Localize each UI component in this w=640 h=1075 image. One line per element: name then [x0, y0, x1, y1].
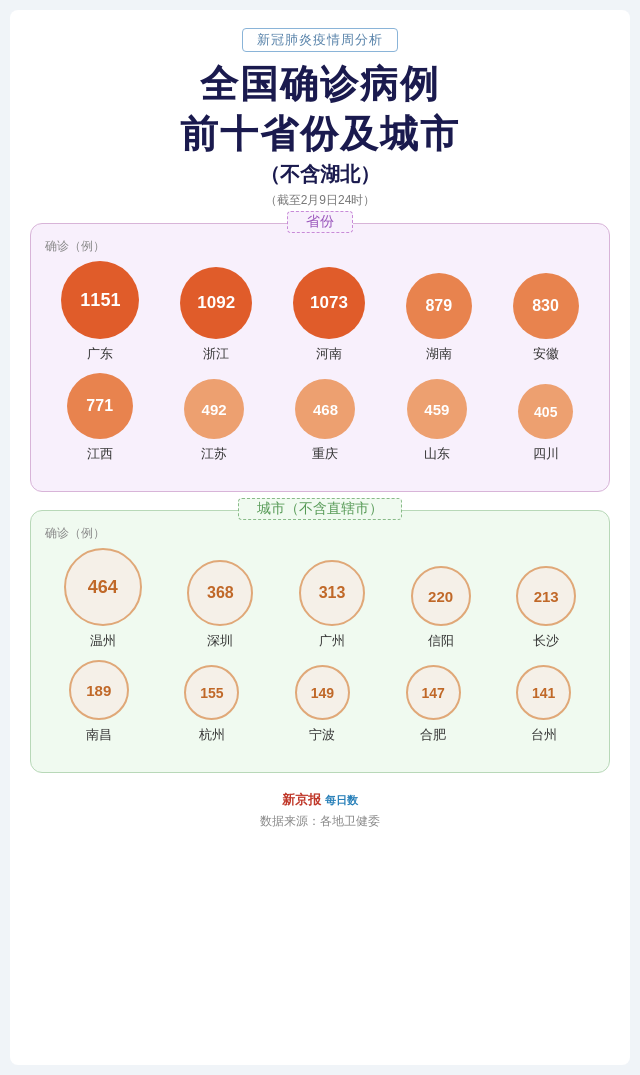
bubble-hangzhou: 155	[184, 665, 239, 720]
city-name-ningbo: 宁波	[309, 726, 335, 744]
list-item: 213 长沙	[516, 566, 576, 650]
city-name-hangzhou: 杭州	[199, 726, 225, 744]
list-item: 492 江苏	[184, 379, 244, 463]
list-item: 220 信阳	[411, 566, 471, 650]
province-name-zhejiang: 浙江	[203, 345, 229, 363]
page-container: 新冠肺炎疫情周分析 全国确诊病例 前十省份及城市 （不含湖北） （截至2月9日2…	[10, 10, 630, 1065]
bubble-guangdong: 1151	[61, 261, 139, 339]
bubble-jiangxi: 771	[67, 373, 133, 439]
city-label: 城市（不含直辖市）	[238, 498, 402, 520]
list-item: 1151 广东	[61, 261, 139, 363]
province-row-2: 771 江西 492 江苏 468 重庆 459 山东 405 四川	[41, 373, 599, 463]
bubble-sichuan: 405	[518, 384, 573, 439]
main-title-line2: 前十省份及城市	[30, 112, 610, 158]
list-item: 189 南昌	[69, 660, 129, 744]
province-name-guangdong: 广东	[87, 345, 113, 363]
brand-red: 新京报	[282, 792, 321, 807]
province-name-anhui: 安徽	[533, 345, 559, 363]
province-row-1: 1151 广东 1092 浙江 1073 河南 879 湖南 830 安徽	[41, 261, 599, 363]
footer-brand: 新京报 每日数	[30, 791, 610, 809]
list-item: 771 江西	[67, 373, 133, 463]
province-label: 省份	[287, 211, 353, 233]
header-tag: 新冠肺炎疫情周分析	[242, 28, 398, 52]
city-section: 城市（不含直辖市） 确诊（例） 464 温州 368 深圳 313 广州 220…	[30, 510, 610, 773]
bubble-chongqing: 468	[295, 379, 355, 439]
city-name-guangzhou: 广州	[319, 632, 345, 650]
footer-source: 数据来源：各地卫健委	[30, 813, 610, 830]
city-name-changsha: 长沙	[533, 632, 559, 650]
province-col-label: 确诊（例）	[41, 238, 599, 255]
bubble-shandong: 459	[407, 379, 467, 439]
city-name-taizhou: 台州	[531, 726, 557, 744]
bubble-anhui: 830	[513, 273, 579, 339]
province-name-jiangxi: 江西	[87, 445, 113, 463]
province-name-jiangsu: 江苏	[201, 445, 227, 463]
bubble-xinyang: 220	[411, 566, 471, 626]
city-name-hefei: 合肥	[420, 726, 446, 744]
list-item: 459 山东	[407, 379, 467, 463]
list-item: 147 合肥	[406, 665, 461, 744]
province-name-chongqing: 重庆	[312, 445, 338, 463]
city-col-label: 确诊（例）	[41, 525, 599, 542]
sub-note: （不含湖北）	[30, 161, 610, 188]
list-item: 155 杭州	[184, 665, 239, 744]
list-item: 1092 浙江	[180, 267, 252, 363]
bubble-nanchang: 189	[69, 660, 129, 720]
province-name-shandong: 山东	[424, 445, 450, 463]
province-name-sichuan: 四川	[533, 445, 559, 463]
main-title-line1: 全国确诊病例	[30, 62, 610, 108]
bubble-hefei: 147	[406, 665, 461, 720]
date-note: （截至2月9日24时）	[30, 192, 610, 209]
list-item: 1073 河南	[293, 267, 365, 363]
city-name-wenzhou: 温州	[90, 632, 116, 650]
list-item: 405 四川	[518, 384, 573, 463]
bubble-guangzhou: 313	[299, 560, 365, 626]
bubble-shenzhen: 368	[187, 560, 253, 626]
bubble-jiangsu: 492	[184, 379, 244, 439]
list-item: 149 宁波	[295, 665, 350, 744]
bubble-changsha: 213	[516, 566, 576, 626]
brand-blue: 每日数	[325, 794, 358, 806]
footer: 新京报 每日数 数据来源：各地卫健委	[30, 791, 610, 830]
province-name-henan: 河南	[316, 345, 342, 363]
header-tag-wrapper: 新冠肺炎疫情周分析	[30, 28, 610, 52]
list-item: 141 台州	[516, 665, 571, 744]
bubble-hunan: 879	[406, 273, 472, 339]
bubble-henan: 1073	[293, 267, 365, 339]
province-section: 省份 确诊（例） 1151 广东 1092 浙江 1073 河南 879 湖南 …	[30, 223, 610, 492]
list-item: 468 重庆	[295, 379, 355, 463]
city-row-1: 464 温州 368 深圳 313 广州 220 信阳 213 长沙	[41, 548, 599, 650]
list-item: 464 温州	[64, 548, 142, 650]
list-item: 368 深圳	[187, 560, 253, 650]
list-item: 879 湖南	[406, 273, 472, 363]
city-row-2: 189 南昌 155 杭州 149 宁波 147 合肥 141 台州	[41, 660, 599, 744]
bubble-taizhou: 141	[516, 665, 571, 720]
list-item: 313 广州	[299, 560, 365, 650]
city-name-xinyang: 信阳	[428, 632, 454, 650]
province-name-hunan: 湖南	[426, 345, 452, 363]
list-item: 830 安徽	[513, 273, 579, 363]
bubble-ningbo: 149	[295, 665, 350, 720]
bubble-wenzhou: 464	[64, 548, 142, 626]
bubble-zhejiang: 1092	[180, 267, 252, 339]
city-name-shenzhen: 深圳	[207, 632, 233, 650]
city-name-nanchang: 南昌	[86, 726, 112, 744]
